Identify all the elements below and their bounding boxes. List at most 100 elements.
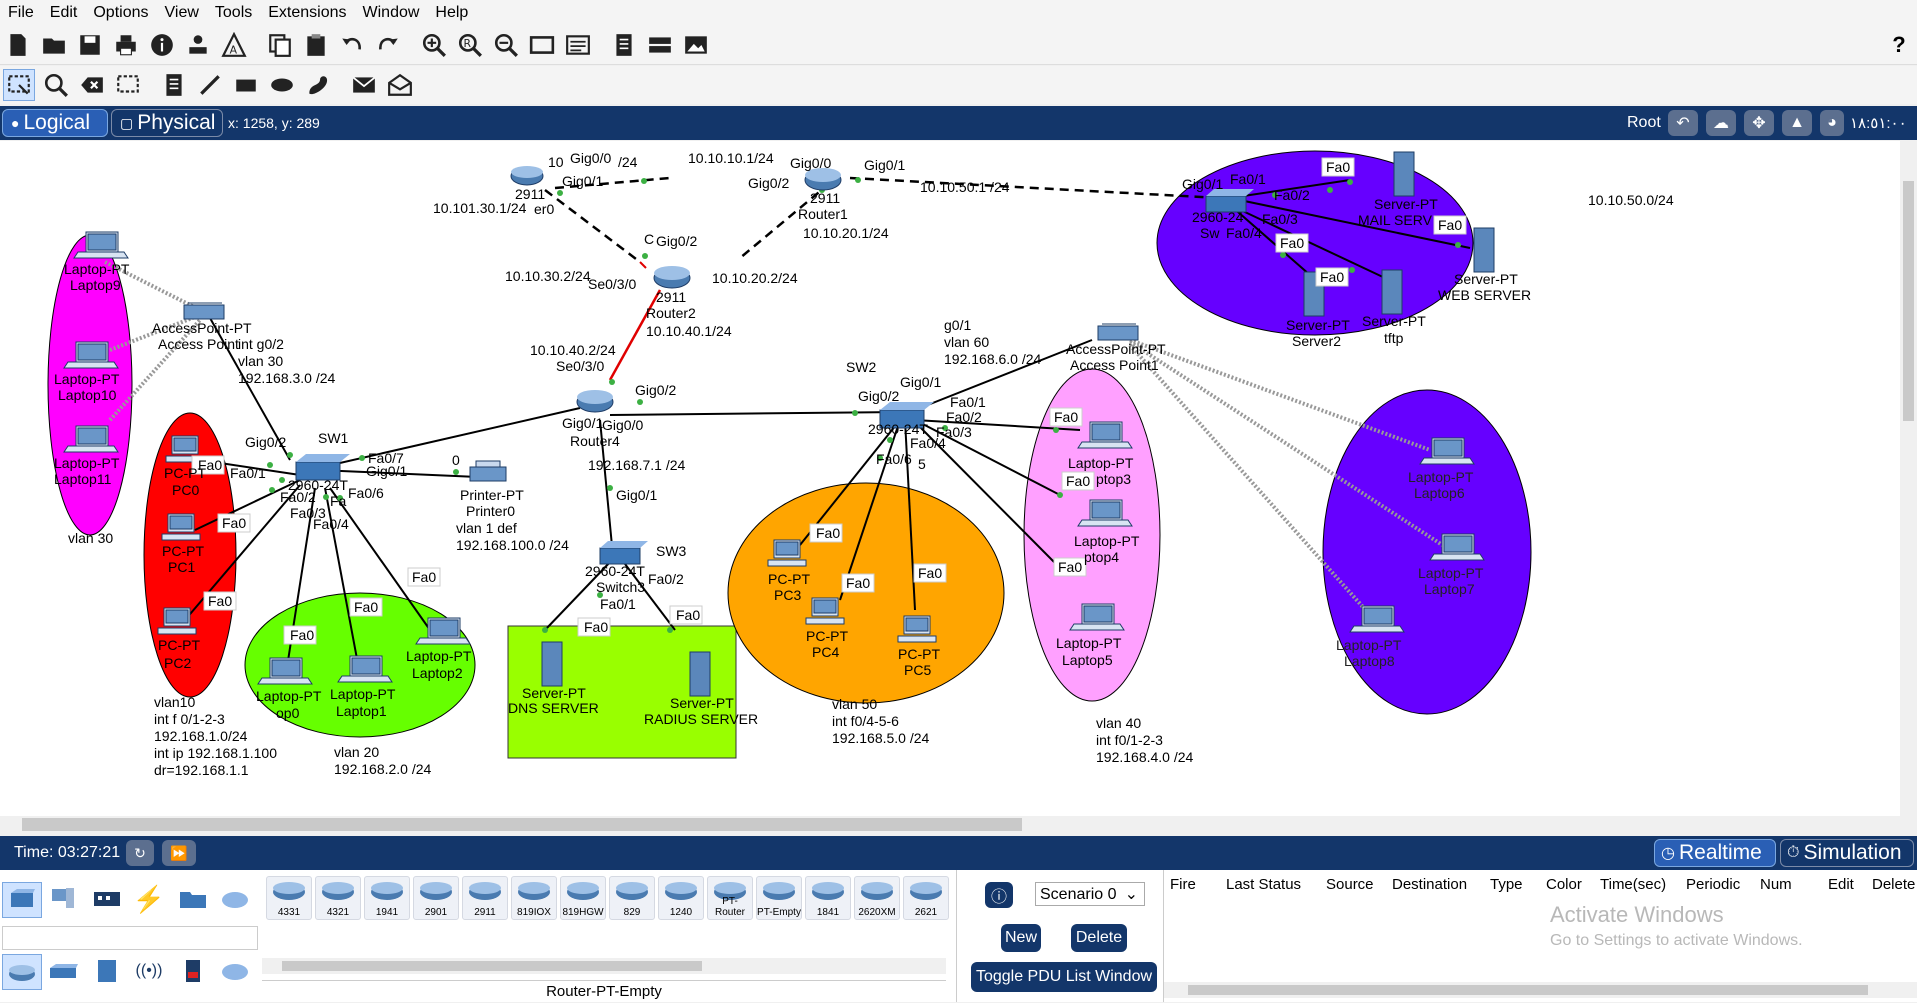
power-cycle-icon[interactable]: ↻ [126,840,154,866]
add-complex-pdu-icon[interactable] [385,70,415,100]
new-file-icon[interactable] [3,30,33,60]
zoom-out-icon[interactable] [491,30,521,60]
network-devices-category[interactable] [2,882,42,918]
toggle-pdu-list-button[interactable]: Toggle PDU List Window [971,962,1157,992]
menu-options[interactable]: Options [85,4,156,22]
device-tile-1240[interactable]: 1240 [658,876,704,920]
connections-category[interactable]: ⚡ [130,882,168,916]
device-tile-pt-empty[interactable]: PT-Empty [756,876,802,920]
security-subcategory[interactable] [174,954,212,988]
vertical-scrollbar[interactable] [1900,141,1917,816]
switches-subcategory[interactable] [44,954,82,988]
pc4[interactable] [805,597,845,625]
access-point-1[interactable] [1097,323,1139,341]
pc2[interactable] [157,607,197,635]
printer0[interactable] [469,460,507,482]
routers-subcategory[interactable] [2,954,42,990]
redo-icon[interactable] [373,30,403,60]
scenario-select[interactable]: Scenario 0 ⌄ [1035,882,1145,906]
device-tile-pt-router[interactable]: PT-Router [707,876,753,920]
inspect-icon[interactable] [41,70,71,100]
info-button[interactable]: ⓘ [985,882,1013,908]
dns-server[interactable] [541,641,563,687]
menu-tools[interactable]: Tools [207,4,260,22]
network-wizard-icon[interactable] [183,30,213,60]
device-tile-819hgw[interactable]: 819HGW [560,876,606,920]
custom-device-icon[interactable] [563,30,593,60]
place-note-icon[interactable] [159,70,189,100]
web-server[interactable] [1473,227,1495,273]
wireless-subcategory[interactable]: ((•)) [130,954,168,988]
move-object-icon[interactable]: ✥ [1744,110,1774,136]
miscellaneous-category[interactable] [174,882,212,916]
router0[interactable] [510,166,544,186]
device-tiles-scrollbar[interactable] [262,958,946,974]
viewport-icon[interactable]: ◕ [1820,110,1844,136]
help-icon[interactable]: ? [1884,30,1914,60]
cluster-cloud-icon[interactable]: ☁ [1706,110,1736,136]
fast-forward-icon[interactable]: ⏩ [162,840,196,866]
router1[interactable] [804,168,842,191]
back-arrow-icon[interactable]: ↶ [1668,110,1698,136]
logical-tab[interactable]: ● Logical [2,109,108,137]
vertical-scroll-thumb[interactable] [1903,181,1914,421]
notes-icon[interactable] [609,30,639,60]
resize-shape-icon[interactable] [113,70,143,100]
pc5[interactable] [897,615,937,643]
hubs-subcategory[interactable] [88,954,126,988]
menu-window[interactable]: Window [355,4,428,22]
paste-icon[interactable] [301,30,331,60]
device-tile-4331[interactable]: 4331 [266,876,312,920]
pdu-table-scroll-thumb[interactable] [1188,985,1868,995]
info-icon[interactable] [147,30,177,60]
add-simple-pdu-icon[interactable] [349,70,379,100]
menu-view[interactable]: View [157,4,207,22]
draw-ellipse-icon[interactable] [267,70,297,100]
menu-help[interactable]: Help [427,4,476,22]
zoom-reset-icon[interactable]: R [455,30,485,60]
realtime-tab[interactable]: ◷ Realtime [1654,839,1776,867]
simulation-tab[interactable]: ⏱ Simulation [1780,839,1914,867]
copy-icon[interactable] [265,30,295,60]
pdu-table-scrollbar[interactable] [1164,982,1917,998]
wan-emulation-subcategory[interactable] [216,954,254,988]
device-tile-4321[interactable]: 4321 [315,876,361,920]
zoom-in-icon[interactable] [419,30,449,60]
draw-rectangle-icon[interactable] [231,70,261,100]
device-tile-2621[interactable]: 2621 [903,876,949,920]
undo-icon[interactable] [337,30,367,60]
end-devices-category[interactable] [44,882,82,916]
multiuser-category[interactable] [216,882,254,916]
horizontal-scrollbar[interactable] [0,816,1900,833]
pc3[interactable] [767,539,807,567]
menu-file[interactable]: File [0,4,42,22]
device-tile-2911[interactable]: 2911 [462,876,508,920]
device-tile-1841[interactable]: 1841 [805,876,851,920]
router2[interactable] [653,266,691,289]
device-tile-2620xm[interactable]: 2620XM [854,876,900,920]
menu-edit[interactable]: Edit [42,4,86,22]
mail-server[interactable] [1393,151,1415,197]
delete-icon[interactable] [77,70,107,100]
logical-workspace[interactable]: 10 Gig0/0 /24 Gig0/1 2911 10.101.30.1/24… [0,141,1900,816]
radius-server[interactable] [689,651,711,697]
save-icon[interactable] [75,30,105,60]
device-tile-1941[interactable]: 1941 [364,876,410,920]
physical-tab[interactable]: ▢ Physical [111,109,223,137]
draw-line-icon[interactable] [195,70,225,100]
image-icon[interactable] [681,30,711,60]
pc1[interactable] [161,513,201,541]
router4[interactable] [576,390,614,413]
delete-scenario-button[interactable]: Delete [1071,924,1127,952]
menu-extensions[interactable]: Extensions [260,4,354,22]
select-icon[interactable] [3,69,35,101]
drawing-palette-icon[interactable] [527,30,557,60]
device-tiles-scroll-thumb[interactable] [282,961,702,971]
background-image-icon[interactable]: ▲ [1782,110,1812,136]
open-folder-icon[interactable] [39,30,69,60]
device-tile-819iox[interactable]: 819IOX [511,876,557,920]
freeform-icon[interactable] [303,70,333,100]
access-point-0[interactable] [183,302,225,320]
tftp-server[interactable] [1381,269,1403,315]
device-manager-icon[interactable] [645,30,675,60]
